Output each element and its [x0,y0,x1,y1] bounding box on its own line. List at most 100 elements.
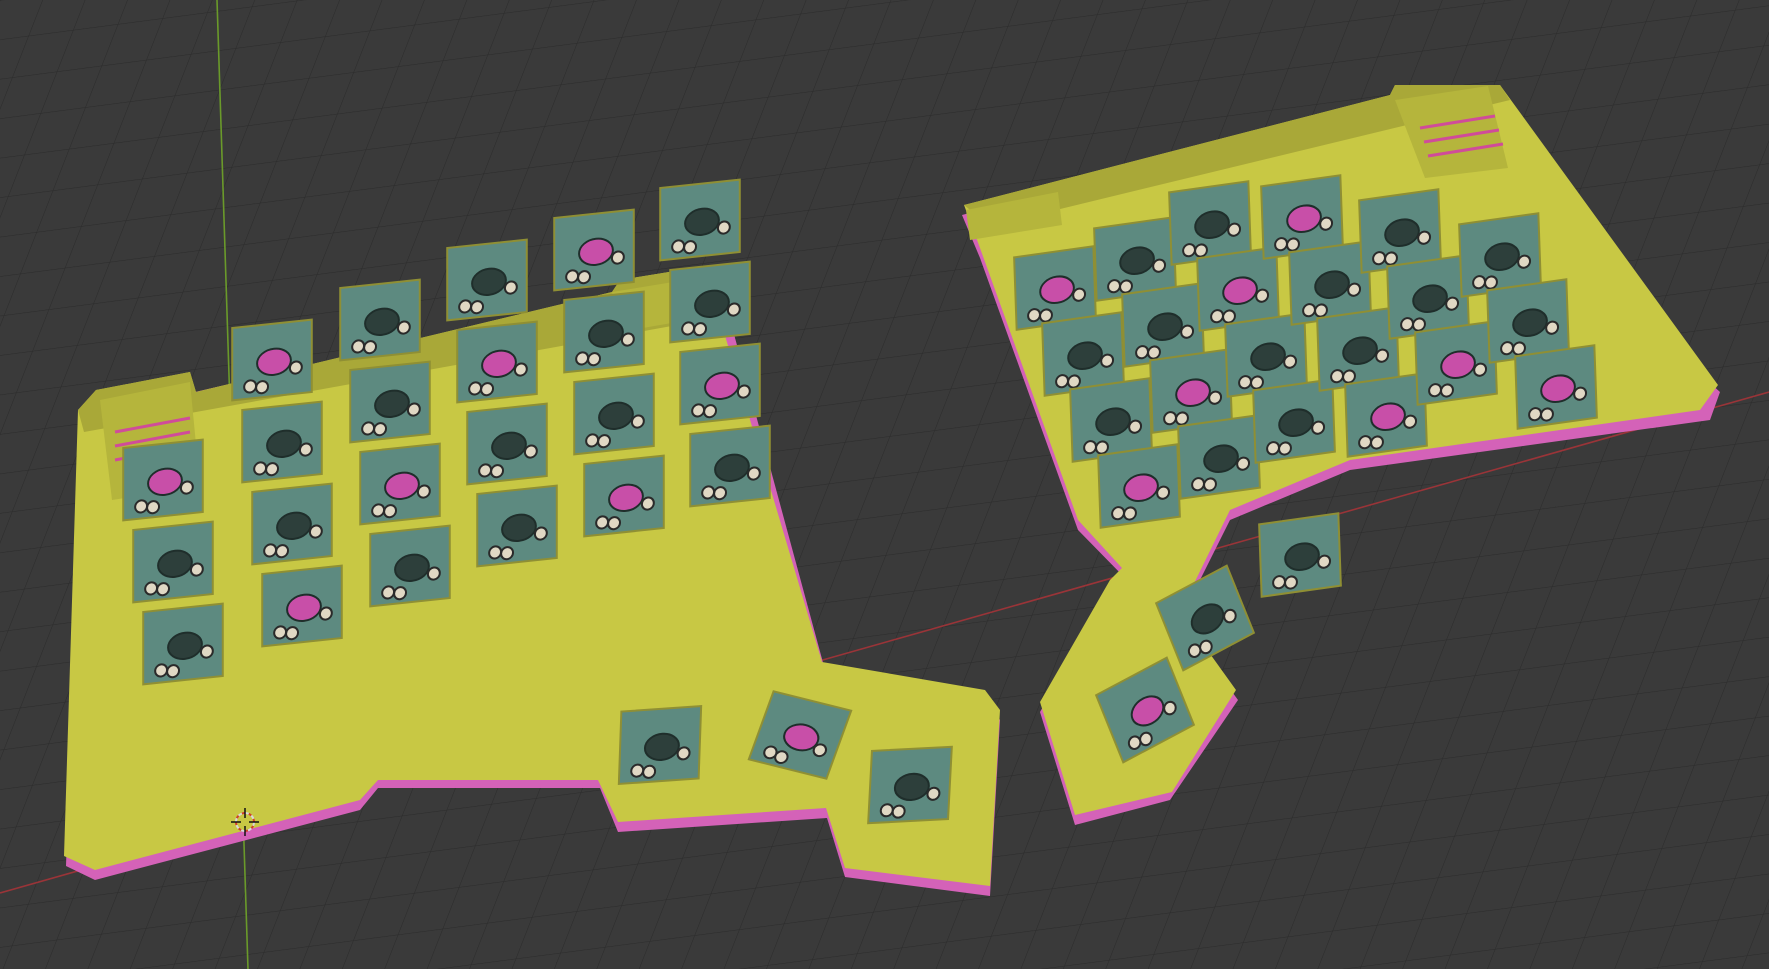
switch-cutout [122,438,204,522]
switch-pin-hole [676,746,691,761]
switch-pin-hole [693,322,708,337]
switch-pin-hole [156,582,171,597]
switch-pin-hole [1222,309,1236,324]
switch-pin-hole [1250,375,1264,390]
switch-pin-hole [703,404,718,419]
switch-cutout [339,278,421,362]
switch-pin-hole [146,500,161,515]
switch-pin-hole [144,581,159,596]
switch-pin-hole [199,644,214,659]
switch-cutout [1414,320,1498,406]
switch-pin-hole [273,625,288,640]
switch-pin-hole [1194,243,1208,258]
switch-pin-hole [288,360,303,375]
switch-pin-hole [1208,390,1223,405]
switch-pin-hole [1484,275,1498,290]
3d-viewport[interactable] [0,0,1769,969]
switch-cutout [1344,372,1428,458]
switch-cutout [476,484,558,568]
switch-pin-hole [926,786,941,801]
switch-pin-hole [513,362,528,377]
switch-pin-hole [416,484,431,499]
switch-pin-hole [1107,279,1121,294]
switch-pin-hole [1545,320,1560,335]
switch-cutout [132,520,214,604]
switch-pin-hole [351,339,366,354]
switch-pin-hole [1528,407,1542,422]
switch-pin-hole [1473,362,1488,377]
switch-pin-hole [1347,282,1362,297]
switch-cutout [1177,414,1261,500]
switch-cutout [617,704,703,786]
switch-pin-hole [1147,345,1161,360]
switch-pin-hole [1210,309,1224,324]
switch-pin-hole [1191,477,1205,492]
switch-cutout [466,402,548,486]
switch-pin-hole [1180,324,1195,339]
switch-pin-hole [255,380,270,395]
switch-pin-hole [1095,440,1109,455]
switch-pin-hole [396,320,411,335]
switch-pin-hole [363,340,378,355]
switch-pin-hole [1314,303,1328,318]
switch-cutout [446,238,528,322]
switch-cutout [1258,512,1342,598]
switch-pin-hole [1255,288,1270,303]
switch-pin-hole [189,562,204,577]
switch-pin-hole [1266,441,1280,456]
switch-cutout [349,360,431,444]
switch-pin-hole [642,764,657,779]
switch-pin-hole [1175,411,1189,426]
switch-pin-hole [478,463,493,478]
switch-pin-hole [736,384,751,399]
switch-pin-hole [523,444,538,459]
switch-pin-hole [1100,353,1115,368]
switch-pin-hole [595,515,610,530]
switch-pin-hole [691,403,706,418]
switch-pin-hole [1540,407,1554,422]
switch-pin-hole [585,433,600,448]
switch-pin-hole [1472,275,1486,290]
switch-pin-hole [1272,575,1286,590]
switch-pin-hole [630,414,645,429]
switch-pin-hole [1358,435,1372,450]
switch-pin-hole [1128,419,1143,434]
switch-cutout [1097,443,1181,529]
switch-pin-hole [1417,230,1432,245]
switch-pin-hole [243,379,258,394]
switch-pin-hole [1039,308,1053,323]
switch-pin-hole [166,664,181,679]
switch-pin-hole [1236,456,1251,471]
switch-pin-hole [1302,303,1316,318]
switch-pin-hole [361,421,376,436]
switch-pin-hole [263,543,278,558]
switch-cutout [679,342,761,426]
switch-pin-hole [1072,287,1087,302]
switch-pin-hole [1156,485,1171,500]
switch-cutout [867,745,953,825]
switch-cutout [1514,344,1598,430]
switch-pin-hole [1283,354,1298,369]
switch-cutout [553,208,635,292]
switch-pin-hole [253,461,268,476]
switch-pin-hole [381,585,396,600]
switch-pin-hole [1119,279,1133,294]
switch-pin-hole [134,499,149,514]
switch-pin-hole [587,352,602,367]
switch-pin-hole [1372,251,1386,266]
switch-pin-hole [565,269,580,284]
switch-pin-hole [1027,308,1041,323]
switch-pin-hole [285,626,300,641]
switch-pin-hole [891,804,906,819]
switch-cutout [261,564,343,648]
switch-pin-hole [1517,254,1532,269]
switch-pin-hole [179,480,194,495]
switch-cutout [456,320,538,404]
switch-cutout [359,442,441,526]
switch-pin-hole [1500,341,1514,356]
switch-pin-hole [1286,237,1300,252]
switch-pin-hole [1238,375,1252,390]
switch-pin-hole [1342,369,1356,384]
switch-pin-hole [406,402,421,417]
switch-pin-hole [1317,554,1332,569]
